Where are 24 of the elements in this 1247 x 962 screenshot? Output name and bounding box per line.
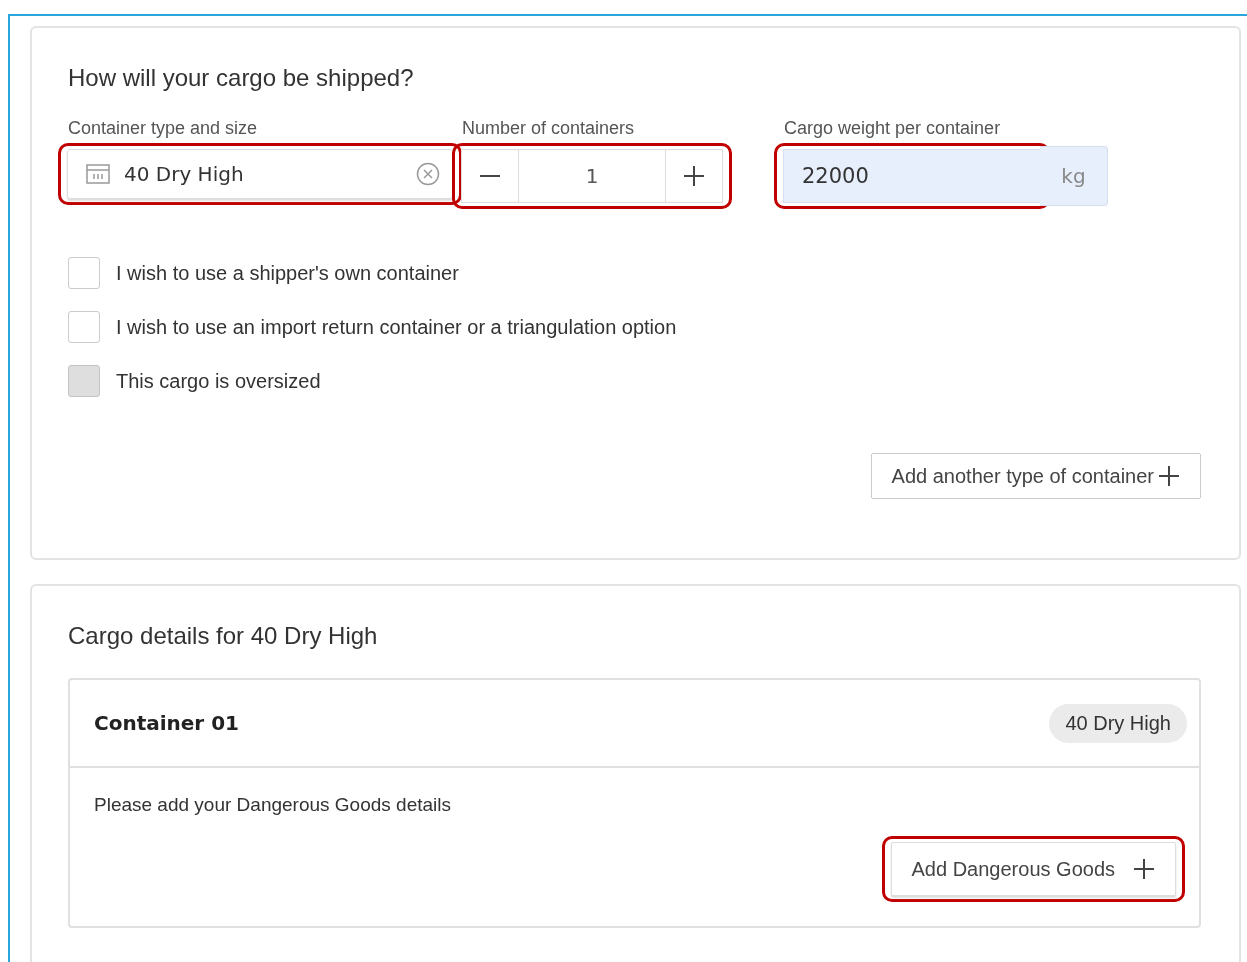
add-container-button[interactable]: Add another type of container <box>870 453 1201 499</box>
clear-icon[interactable] <box>416 162 440 186</box>
info-text: Please add your Dangerous Goods details <box>94 794 452 816</box>
checkbox[interactable] <box>68 257 100 289</box>
container-select[interactable]: 40 Dry High <box>67 149 453 199</box>
container-name: Container 01 <box>94 711 240 735</box>
field-label: Number of containers <box>462 118 636 139</box>
checkbox-label: I wish to use an import return container or a triangulation option <box>116 315 677 339</box>
add-dangerous-goods-button[interactable]: Add Dangerous Goods <box>890 842 1176 896</box>
plus-icon <box>1158 465 1180 487</box>
checkbox[interactable] <box>68 311 100 343</box>
checkbox-label: This cargo is oversized <box>116 369 321 393</box>
section-title: Cargo details for 40 Dry High <box>68 622 379 650</box>
minus-icon <box>479 175 501 177</box>
field-label: Container type and size <box>68 118 259 139</box>
container-icon <box>86 164 110 184</box>
section-title: How will your cargo be shipped? <box>68 64 415 92</box>
checkbox-label: I wish to use a shipper's own container <box>116 261 459 285</box>
plus-icon <box>1133 858 1155 880</box>
plus-icon <box>683 165 705 187</box>
weight-field[interactable]: 22000 <box>783 149 1041 203</box>
field-label: Cargo weight per container <box>784 118 1002 139</box>
unit-label: kg <box>1040 146 1108 206</box>
container-tag: 40 Dry High <box>1049 703 1187 743</box>
